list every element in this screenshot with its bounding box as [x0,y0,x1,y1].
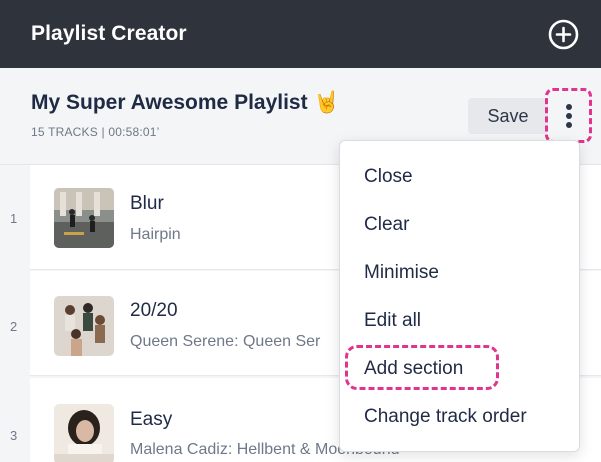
vertical-dots-icon [565,103,572,128]
track-number: 3 [10,428,18,443]
app-title: Playlist Creator [31,22,187,45]
album-cover [54,404,114,462]
playlist-title: My Super Awesome Playlist 🤘 [31,91,340,114]
app-header: Playlist Creator [0,0,601,68]
album-cover [54,296,114,356]
playlist-meta: 15 TRACKS | 00:58:01’ [31,125,160,139]
track-artist: Hairpin [130,226,181,243]
track-title: Blur [130,193,164,214]
menu-item-close[interactable]: Close [364,166,413,188]
track-title: Easy [130,409,173,430]
save-button[interactable]: Save [468,98,548,134]
track-artist: Queen Serene: Queen Ser [130,333,321,350]
menu-item-add-section[interactable]: Add section [364,358,463,380]
options-dropdown-menu: Close Clear Minimise Edit all Add sectio… [339,140,580,452]
plus-circle-icon[interactable] [548,19,579,50]
menu-item-edit-all[interactable]: Edit all [364,310,421,332]
track-title: 20/20 [130,300,178,321]
menu-item-clear[interactable]: Clear [364,214,409,236]
more-options-button[interactable] [545,88,592,143]
menu-item-minimise[interactable]: Minimise [364,262,439,284]
menu-item-change-track-order[interactable]: Change track order [364,406,527,428]
track-number: 1 [10,211,18,226]
track-number: 2 [10,319,18,334]
album-cover [54,188,114,248]
